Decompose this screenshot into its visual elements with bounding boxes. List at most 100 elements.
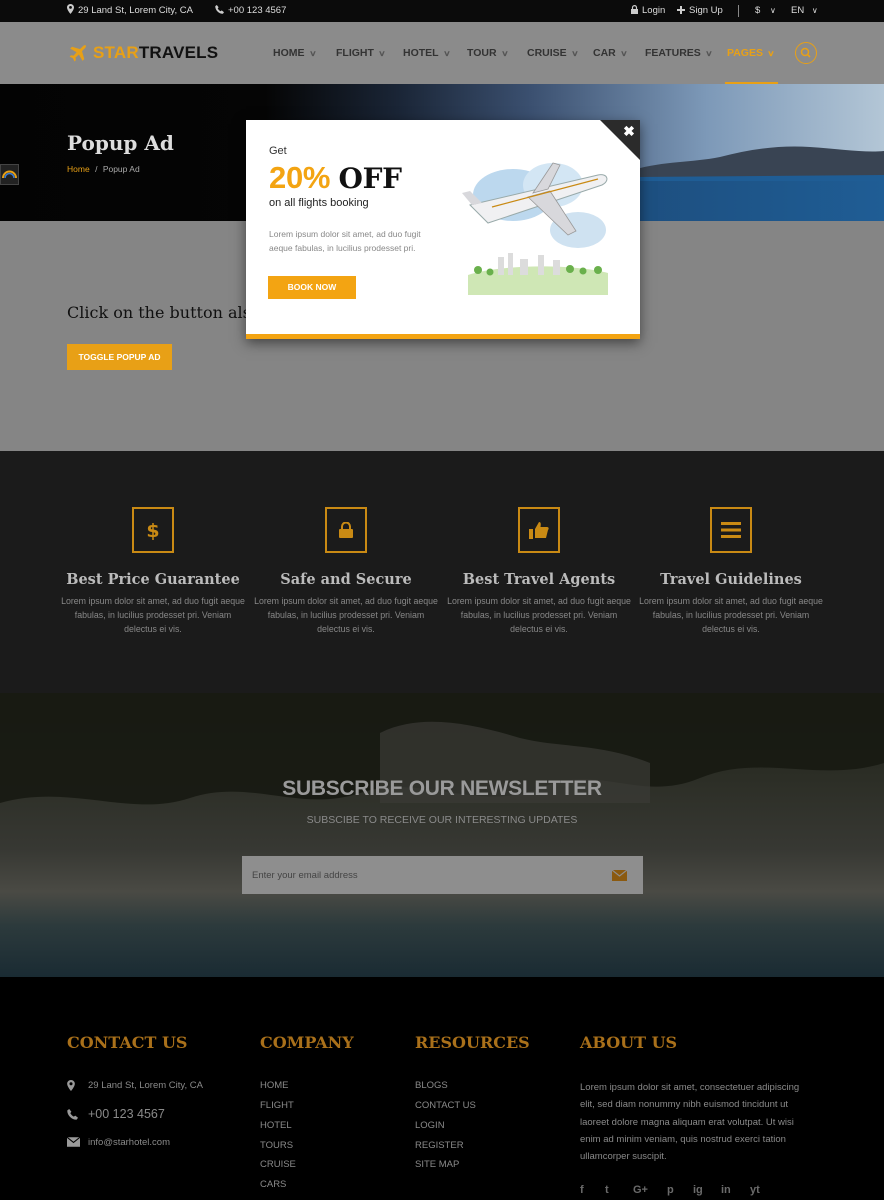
feature-text: Lorem ipsum dolor sit amet, ad duo fugit… <box>639 596 823 634</box>
feature-title: Best Travel Agents <box>462 571 616 588</box>
footer-link-blogs[interactable]: BLOGS <box>415 1080 448 1091</box>
chevron-down-icon: ∨ <box>570 49 579 58</box>
pinterest-icon[interactable]: p <box>667 1184 674 1196</box>
phone-icon <box>215 5 224 14</box>
footer-link-flight[interactable]: FLIGHT <box>260 1100 294 1111</box>
instruction-text: Click on the button als <box>67 303 251 322</box>
map-pin-icon <box>67 4 74 14</box>
chevron-down-icon: ∨ <box>704 49 713 58</box>
subscribe-button[interactable] <box>595 856 643 894</box>
list-icon <box>710 507 752 553</box>
site-footer: CONTACT US 29 Land St, Lorem City, CA +0… <box>0 977 884 1200</box>
signup-link[interactable]: Sign Up <box>677 0 723 22</box>
map-pin-icon <box>67 1080 75 1091</box>
breadcrumb: Home / Popup Ad <box>67 164 140 174</box>
search-icon <box>800 47 811 58</box>
youtube-icon[interactable]: yt <box>750 1184 760 1196</box>
currency-dropdown[interactable]: $ ∨ <box>755 0 776 22</box>
topbar-phone: +00 123 4567 <box>215 0 286 22</box>
toggle-popup-button[interactable]: TOGGLE POPUP AD <box>67 344 172 370</box>
lock-icon <box>631 5 638 14</box>
feature-text: Lorem ipsum dolor sit amet, ad duo fugit… <box>61 596 245 634</box>
footer-link-register[interactable]: REGISTER <box>415 1140 464 1151</box>
feature-title: Safe and Secure <box>280 571 412 588</box>
color-wheel-icon <box>2 170 17 179</box>
resources-heading: RESOURCES <box>415 1033 530 1052</box>
airplane-icon <box>69 45 86 62</box>
popup-get-text: Get <box>269 145 287 157</box>
topbar-address: 29 Land St, Lorem City, CA <box>67 0 193 22</box>
footer-link-tours[interactable]: TOURS <box>260 1140 293 1151</box>
site-logo[interactable]: STARTRAVELS <box>67 41 218 65</box>
nav-car[interactable]: CAR ∨ <box>593 22 627 84</box>
airplane-illustration <box>462 162 608 295</box>
book-now-button[interactable]: BOOK NOW <box>268 276 356 299</box>
google-plus-icon[interactable]: G+ <box>633 1184 648 1196</box>
svg-text:$: $ <box>146 520 159 541</box>
breadcrumb-home-link[interactable]: Home <box>67 164 90 174</box>
island-image <box>630 146 884 183</box>
close-icon[interactable]: ✖ <box>621 123 637 139</box>
feature-item: Travel Guidelines Lorem ipsum dolor sit … <box>636 507 826 636</box>
chevron-down-icon: ∨ <box>378 49 386 58</box>
nav-hotel[interactable]: HOTEL ∨ <box>403 22 451 84</box>
main-header: STARTRAVELS HOME ∨ FLIGHT ∨ HOTEL ∨ TOUR ∨ C… <box>0 22 884 84</box>
footer-link-cruise[interactable]: CRUISE <box>260 1159 296 1170</box>
lock-icon <box>325 507 367 553</box>
newsletter-section: SUBSCRIBE OUR NEWSLETTER SUBSCIBE TO REC… <box>0 693 884 977</box>
nav-features[interactable]: FEATURES ∨ <box>645 22 713 84</box>
footer-link-hotel[interactable]: HOTEL <box>260 1120 292 1131</box>
language-dropdown[interactable]: EN ∨ <box>791 0 818 22</box>
linkedin-icon[interactable]: in <box>721 1184 731 1196</box>
search-button[interactable] <box>795 42 817 64</box>
newsletter-title: SUBSCRIBE OUR NEWSLETTER <box>282 777 602 800</box>
feature-item: Best Travel Agents Lorem ipsum dolor sit… <box>444 507 634 636</box>
chevron-down-icon: ∨ <box>308 49 317 58</box>
footer-link-home[interactable]: HOME <box>260 1080 289 1091</box>
envelope-icon <box>67 1137 80 1147</box>
feature-text: Lorem ipsum dolor sit amet, ad duo fugit… <box>447 596 631 634</box>
about-text: Lorem ipsum dolor sit amet, consectetuer… <box>580 1082 800 1163</box>
nav-cruise[interactable]: CRUISE ∨ <box>527 22 578 84</box>
newsletter-subtitle: SUBSCIBE TO RECEIVE OUR INTERESTING UPDA… <box>306 814 578 826</box>
footer-link-login[interactable]: LOGIN <box>415 1120 445 1131</box>
feature-text: Lorem ipsum dolor sit amet, ad duo fugit… <box>254 596 438 634</box>
newsletter-form <box>242 856 643 894</box>
chevron-down-icon: ∨ <box>619 49 628 58</box>
plus-icon <box>677 6 685 14</box>
chevron-down-icon: ∨ <box>767 49 775 58</box>
login-link[interactable]: Login <box>631 0 665 22</box>
email-input[interactable] <box>242 856 602 894</box>
dollar-icon: $ <box>132 507 174 553</box>
chevron-down-icon: ∨ <box>769 6 776 15</box>
envelope-icon <box>611 869 627 881</box>
feature-title: Travel Guidelines <box>660 571 802 588</box>
contact-heading: CONTACT US <box>67 1033 188 1052</box>
nav-pages[interactable]: PAGES ∨ <box>725 22 778 84</box>
footer-link-cars[interactable]: CARS <box>260 1179 286 1190</box>
feature-item: $ Best Price Guarantee Lorem ipsum dolor… <box>58 507 248 636</box>
instagram-icon[interactable]: ig <box>693 1184 703 1196</box>
footer-link-contact[interactable]: CONTACT US <box>415 1100 476 1111</box>
nav-home[interactable]: HOME ∨ <box>273 22 317 84</box>
top-bar: 29 Land St, Lorem City, CA +00 123 4567 … <box>0 0 884 22</box>
chevron-down-icon: ∨ <box>500 49 509 58</box>
popup-description: Lorem ipsum dolor sit amet, ad duo fugit… <box>269 229 421 253</box>
facebook-icon[interactable]: f <box>580 1184 584 1196</box>
footer-link-sitemap[interactable]: SITE MAP <box>415 1159 459 1170</box>
nav-tour[interactable]: TOUR ∨ <box>467 22 509 84</box>
page-title: Popup Ad <box>67 131 174 155</box>
side-settings-widget[interactable] <box>0 164 19 185</box>
nav-flight[interactable]: FLIGHT ∨ <box>336 22 386 84</box>
feature-item: Safe and Secure Lorem ipsum dolor sit am… <box>251 507 441 636</box>
twitter-icon[interactable]: t <box>605 1184 609 1196</box>
feature-title: Best Price Guarantee <box>66 571 240 588</box>
phone-icon <box>67 1109 78 1120</box>
popup-subtitle: on all flights booking <box>269 197 369 209</box>
company-heading: COMPANY <box>260 1033 354 1052</box>
about-heading: ABOUT US <box>580 1033 678 1052</box>
chevron-down-icon: ∨ <box>442 49 451 58</box>
popup-ad: Get 20% OFF on all flights booking Lorem… <box>246 120 640 339</box>
chevron-down-icon: ∨ <box>811 6 818 15</box>
features-section: $ Best Price Guarantee Lorem ipsum dolor… <box>0 451 884 693</box>
